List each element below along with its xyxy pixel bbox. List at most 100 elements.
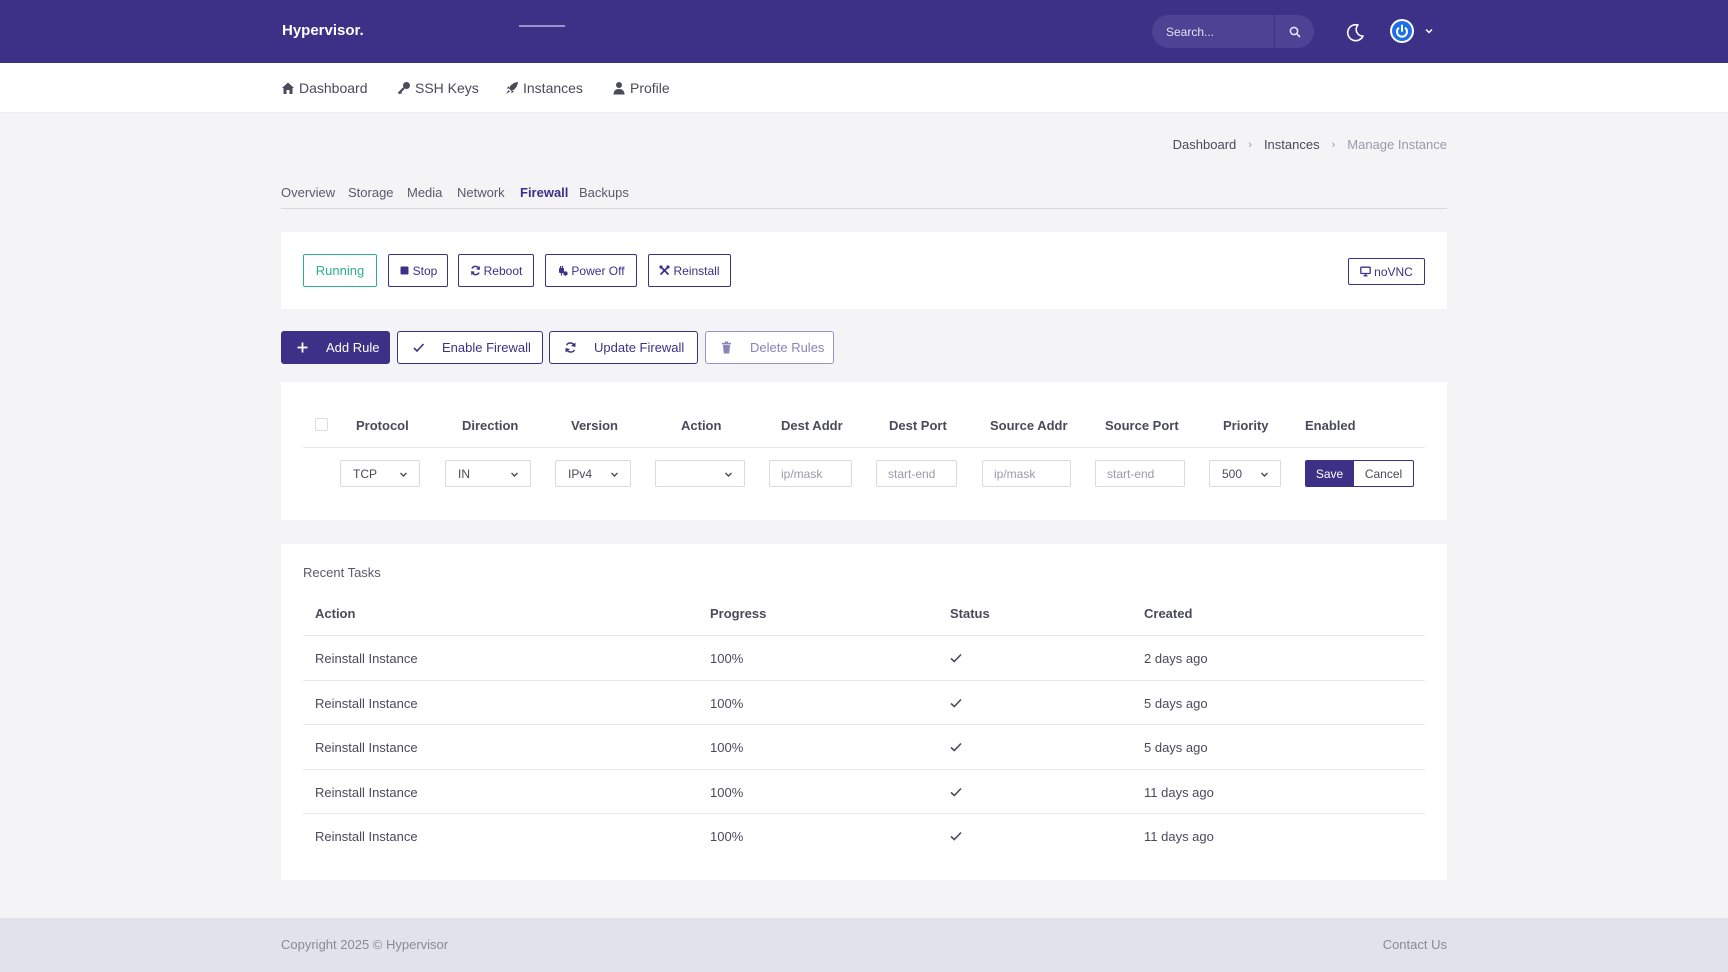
table-row: Reinstall Instance 100% 5 days ago	[303, 680, 1425, 725]
check-icon	[413, 343, 425, 353]
breadcrumb: Dashboard › Instances › Manage Instance	[1173, 137, 1447, 152]
contact-us-link[interactable]: Contact Us	[1383, 937, 1447, 952]
tab-network[interactable]: Network	[457, 185, 505, 200]
cancel-rule-button[interactable]: Cancel	[1354, 460, 1414, 487]
breadcrumb-current: Manage Instance	[1347, 137, 1447, 152]
header-dest-addr: Dest Addr	[781, 418, 843, 433]
task-created: 5 days ago	[1144, 696, 1208, 711]
top-bar: Hypervisor.	[0, 0, 1728, 63]
breadcrumb-instances[interactable]: Instances	[1264, 137, 1320, 152]
nav-dashboard[interactable]: Dashboard	[281, 80, 368, 96]
version-select[interactable]: IPv4	[555, 460, 631, 487]
nav-profile[interactable]: Profile	[612, 80, 670, 96]
chevron-down-icon	[1261, 472, 1268, 477]
delete-rules-button[interactable]: Delete Rules	[705, 331, 834, 364]
task-progress: 100%	[710, 785, 744, 800]
enable-firewall-label: Enable Firewall	[442, 340, 531, 355]
nav-ssh-keys-label: SSH Keys	[415, 80, 479, 96]
task-created: 2 days ago	[1144, 651, 1208, 666]
tab-overview[interactable]: Overview	[281, 185, 335, 200]
rule-divider	[303, 447, 1425, 448]
select-all-checkbox[interactable]	[315, 418, 328, 431]
dest-port-input[interactable]	[876, 460, 957, 487]
direction-select[interactable]: IN	[445, 460, 531, 487]
footer-copyright: Copyright 2025 © Hypervisor	[281, 937, 449, 952]
chevron-down-icon[interactable]	[1424, 26, 1434, 36]
action-select[interactable]	[655, 460, 745, 487]
task-progress: 100%	[710, 651, 744, 666]
breadcrumb-dashboard[interactable]: Dashboard	[1173, 137, 1237, 152]
task-created: 11 days ago	[1144, 785, 1214, 800]
moon-icon[interactable]	[1344, 21, 1366, 43]
tab-backups[interactable]: Backups	[579, 185, 629, 200]
table-row: Reinstall Instance 100% 11 days ago	[303, 813, 1425, 858]
plus-icon	[297, 342, 308, 353]
enable-firewall-button[interactable]: Enable Firewall	[397, 331, 543, 364]
chevron-right-icon: ›	[1248, 138, 1252, 151]
add-rule-button[interactable]: Add Rule	[281, 331, 390, 364]
add-rule-label: Add Rule	[326, 340, 380, 355]
task-created: 5 days ago	[1144, 740, 1208, 755]
reinstall-button-label: Reinstall	[673, 263, 720, 278]
source-addr-input[interactable]	[982, 460, 1071, 487]
task-action: Reinstall Instance	[315, 785, 418, 800]
delete-rules-label: Delete Rules	[750, 340, 825, 355]
check-icon	[950, 742, 962, 752]
power-icon	[1392, 21, 1412, 41]
refresh-icon	[565, 342, 576, 353]
rocket-icon	[506, 82, 518, 94]
active-tab-indicator	[519, 25, 565, 27]
protocol-value: TCP	[353, 466, 377, 481]
chevron-down-icon	[725, 472, 732, 477]
check-icon	[950, 698, 962, 708]
task-action: Reinstall Instance	[315, 651, 418, 666]
search-icon	[1289, 26, 1301, 38]
chevron-down-icon	[511, 472, 518, 477]
search-input[interactable]	[1166, 15, 1276, 48]
monitor-icon	[1360, 266, 1372, 277]
brand-logo[interactable]: Hypervisor.	[282, 22, 364, 39]
header-action: Action	[681, 418, 722, 433]
instance-tabs: Overview Storage Media Network Firewall …	[281, 182, 1447, 209]
power-controls-card	[281, 232, 1447, 309]
search-box	[1152, 15, 1314, 48]
nav-instances[interactable]: Instances	[505, 80, 583, 96]
table-row: Reinstall Instance 100% 11 days ago	[303, 769, 1425, 814]
chevron-down-icon	[611, 472, 618, 477]
power-off-button-label: Power Off	[571, 263, 625, 278]
stop-button-label: Stop	[412, 263, 438, 278]
protocol-select[interactable]: TCP	[340, 460, 420, 487]
tab-firewall[interactable]: Firewall	[520, 185, 568, 200]
table-row: Reinstall Instance 100% 5 days ago	[303, 724, 1425, 769]
novnc-button[interactable]: noVNC	[1348, 258, 1425, 285]
avatar[interactable]	[1390, 19, 1414, 43]
trash-icon	[722, 341, 731, 354]
reboot-button[interactable]: Reboot	[458, 254, 534, 287]
tab-media[interactable]: Media	[407, 185, 442, 200]
stop-icon	[400, 266, 409, 275]
save-rule-button[interactable]: Save	[1305, 460, 1354, 487]
power-off-button[interactable]: Power Off	[545, 254, 637, 287]
reinstall-button[interactable]: Reinstall	[648, 254, 731, 287]
check-icon	[950, 831, 962, 841]
check-icon	[950, 787, 962, 797]
reboot-button-label: Reboot	[483, 263, 523, 278]
firewall-rules-card	[281, 382, 1447, 520]
chevron-down-icon	[400, 472, 407, 477]
tab-storage[interactable]: Storage	[348, 185, 394, 200]
dest-addr-input[interactable]	[769, 460, 852, 487]
direction-value: IN	[458, 466, 470, 481]
priority-value: 500	[1222, 466, 1243, 481]
source-port-input[interactable]	[1095, 460, 1185, 487]
nav-instances-label: Instances	[523, 80, 583, 96]
nav-ssh-keys[interactable]: SSH Keys	[397, 80, 479, 96]
header-priority: Priority	[1223, 418, 1269, 433]
user-icon	[613, 82, 625, 95]
stop-button[interactable]: Stop	[388, 254, 448, 287]
search-button[interactable]	[1274, 15, 1314, 48]
tasks-header-status: Status	[950, 606, 990, 621]
chevron-right-icon: ›	[1331, 138, 1336, 151]
status-badge: Running	[303, 254, 377, 287]
priority-select[interactable]: 500	[1209, 460, 1281, 487]
update-firewall-button[interactable]: Update Firewall	[549, 331, 698, 364]
